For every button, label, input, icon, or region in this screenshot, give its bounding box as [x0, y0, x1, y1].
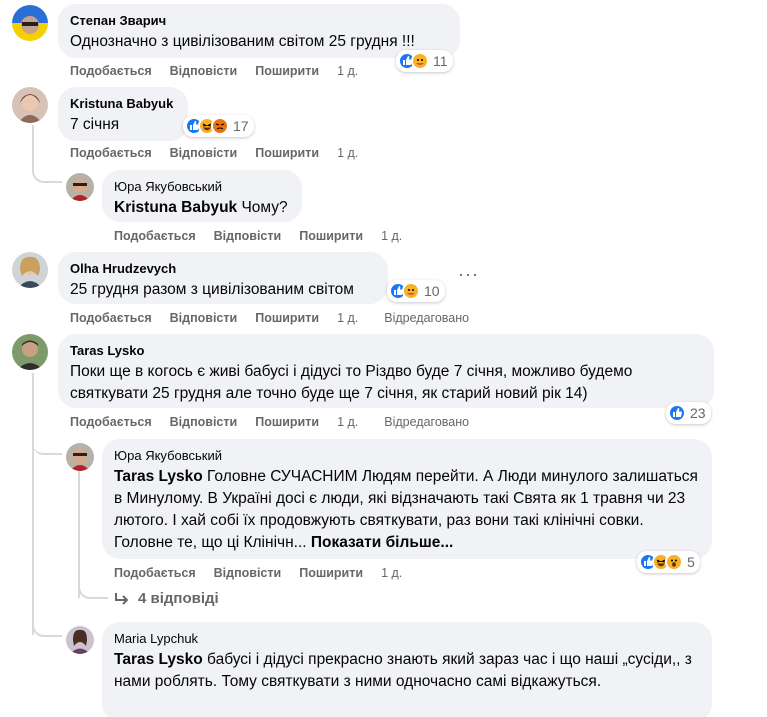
view-replies-link[interactable]: 4 відповіді — [114, 590, 219, 607]
comment-author[interactable]: Olha Hrudzevych — [70, 260, 376, 277]
comment-actions: Подобається Відповісти Поширити 1 д. — [114, 565, 420, 581]
like-button[interactable]: Подобається — [114, 228, 196, 244]
comment-body: Чому? — [237, 199, 288, 216]
thread-line — [32, 373, 34, 635]
comment-text: Однозначно з цивілізованим світом 25 гру… — [70, 33, 415, 50]
comment-text: Kristuna Babyuk Чому? — [114, 197, 290, 219]
reactions-count: 23 — [690, 405, 706, 421]
angry-reaction-icon — [211, 117, 229, 135]
reactions-summary[interactable]: 5 — [637, 551, 700, 573]
care-reaction-icon — [402, 282, 420, 300]
comment-actions: Подобається Відповісти Поширити 1 д. — [114, 228, 420, 244]
comment-bubble: Taras Lysko Поки ще в когось є живі бабу… — [58, 334, 714, 408]
comment-author[interactable]: Юра Якубовський — [114, 178, 290, 195]
comment-bubble: Olha Hrudzevych 25 грудня разом з цивілі… — [58, 252, 388, 304]
reactions-summary[interactable]: 11 — [396, 50, 453, 72]
share-button[interactable]: Поширити — [255, 310, 319, 326]
avatar[interactable] — [12, 334, 48, 370]
reply-button[interactable]: Відповісти — [170, 310, 238, 326]
comment-author[interactable]: Kristuna Babyuk — [70, 95, 176, 112]
wow-reaction-icon — [665, 553, 683, 571]
more-options-icon[interactable]: ··· — [458, 264, 479, 285]
mention-link[interactable]: Kristuna Babyuk — [114, 199, 237, 216]
share-button[interactable]: Поширити — [255, 414, 319, 430]
reactions-summary[interactable]: 10 — [387, 280, 445, 302]
thread-line — [78, 470, 80, 598]
reply-button[interactable]: Відповісти — [214, 565, 282, 581]
reactions-count: 17 — [233, 118, 249, 134]
like-button[interactable]: Подобається — [70, 414, 152, 430]
thread-line — [32, 125, 62, 183]
avatar[interactable] — [12, 5, 48, 41]
comment-bubble: Юра Якубовський Taras Lysko Головне СУЧА… — [102, 439, 712, 559]
see-more-link[interactable]: Показати більше... — [311, 534, 453, 551]
comment-bubble: Юра Якубовський Kristuna Babyuk Чому? — [102, 170, 302, 222]
thread-line — [78, 582, 108, 599]
reactions-summary[interactable]: 17 — [183, 115, 254, 137]
comment-timestamp[interactable]: 1 д. — [381, 565, 402, 581]
thread-line — [32, 622, 62, 637]
comment-text: Поки ще в когось є живі бабусі і дідусі … — [70, 363, 633, 402]
share-button[interactable]: Поширити — [255, 145, 319, 161]
edited-label: Відредаговано — [384, 415, 470, 429]
reactions-count: 11 — [433, 53, 448, 69]
like-button[interactable]: Подобається — [70, 310, 152, 326]
share-button[interactable]: Поширити — [299, 565, 363, 581]
comment-bubble: Kristuna Babyuk 7 січня — [58, 87, 188, 141]
thread-line — [32, 440, 62, 455]
comment-text: 7 січня — [70, 116, 120, 133]
comment-text: 25 грудня разом з цивілізованим світом — [70, 281, 354, 298]
comment-timestamp[interactable]: 1 д. — [337, 145, 358, 161]
like-reaction-icon — [668, 404, 686, 422]
comment-bubble: Maria Lypchuk Taras Lysko бабусі і дідус… — [102, 622, 712, 717]
like-button[interactable]: Подобається — [70, 145, 152, 161]
comment-actions: Подобається Відповісти Поширити 1 д. — [70, 145, 376, 161]
like-button[interactable]: Подобається — [70, 63, 152, 79]
avatar[interactable] — [66, 626, 94, 654]
replies-count-label: 4 відповіді — [138, 590, 219, 607]
avatar[interactable] — [66, 173, 94, 201]
mention-link[interactable]: Taras Lysko — [114, 468, 203, 485]
comment-timestamp[interactable]: 1 д. — [337, 414, 358, 430]
comment-actions: Подобається Відповісти Поширити 1 д. Від… — [70, 414, 487, 430]
avatar[interactable] — [12, 252, 48, 288]
comment-author[interactable]: Taras Lysko — [70, 342, 702, 359]
reply-button[interactable]: Відповісти — [170, 414, 238, 430]
reactions-summary[interactable]: 23 — [666, 402, 711, 424]
comment-author[interactable]: Степан Зварич — [70, 12, 448, 29]
care-reaction-icon — [411, 52, 429, 70]
like-button[interactable]: Подобається — [114, 565, 196, 581]
reply-button[interactable]: Відповісти — [170, 145, 238, 161]
comment-timestamp[interactable]: 1 д. — [381, 228, 402, 244]
avatar[interactable] — [12, 87, 48, 123]
reply-button[interactable]: Відповісти — [214, 228, 282, 244]
share-button[interactable]: Поширити — [255, 63, 319, 79]
comment-timestamp[interactable]: 1 д. — [337, 310, 358, 326]
reply-arrow-icon — [115, 592, 129, 605]
comment-author[interactable]: Maria Lypchuk — [114, 630, 700, 647]
comment-actions: Подобається Відповісти Поширити 1 д. Від… — [70, 310, 487, 326]
share-button[interactable]: Поширити — [299, 228, 363, 244]
mention-link[interactable]: Taras Lysko — [114, 651, 203, 668]
comment-text: Taras Lysko Головне СУЧАСНИМ Людям перей… — [114, 466, 700, 554]
comment-actions: Подобається Відповісти Поширити 1 д. — [70, 63, 376, 79]
avatar[interactable] — [66, 443, 94, 471]
edited-label: Відредаговано — [384, 311, 470, 325]
reply-button[interactable]: Відповісти — [170, 63, 238, 79]
comment-author[interactable]: Юра Якубовський — [114, 447, 700, 464]
reactions-count: 5 — [687, 554, 695, 570]
comment-bubble: Степан Зварич Однозначно з цивілізованим… — [58, 4, 460, 58]
reactions-count: 10 — [424, 283, 440, 299]
comment-timestamp[interactable]: 1 д. — [337, 63, 358, 79]
comment-text: Taras Lysko бабусі і дідусі прекрасно зн… — [114, 649, 700, 693]
